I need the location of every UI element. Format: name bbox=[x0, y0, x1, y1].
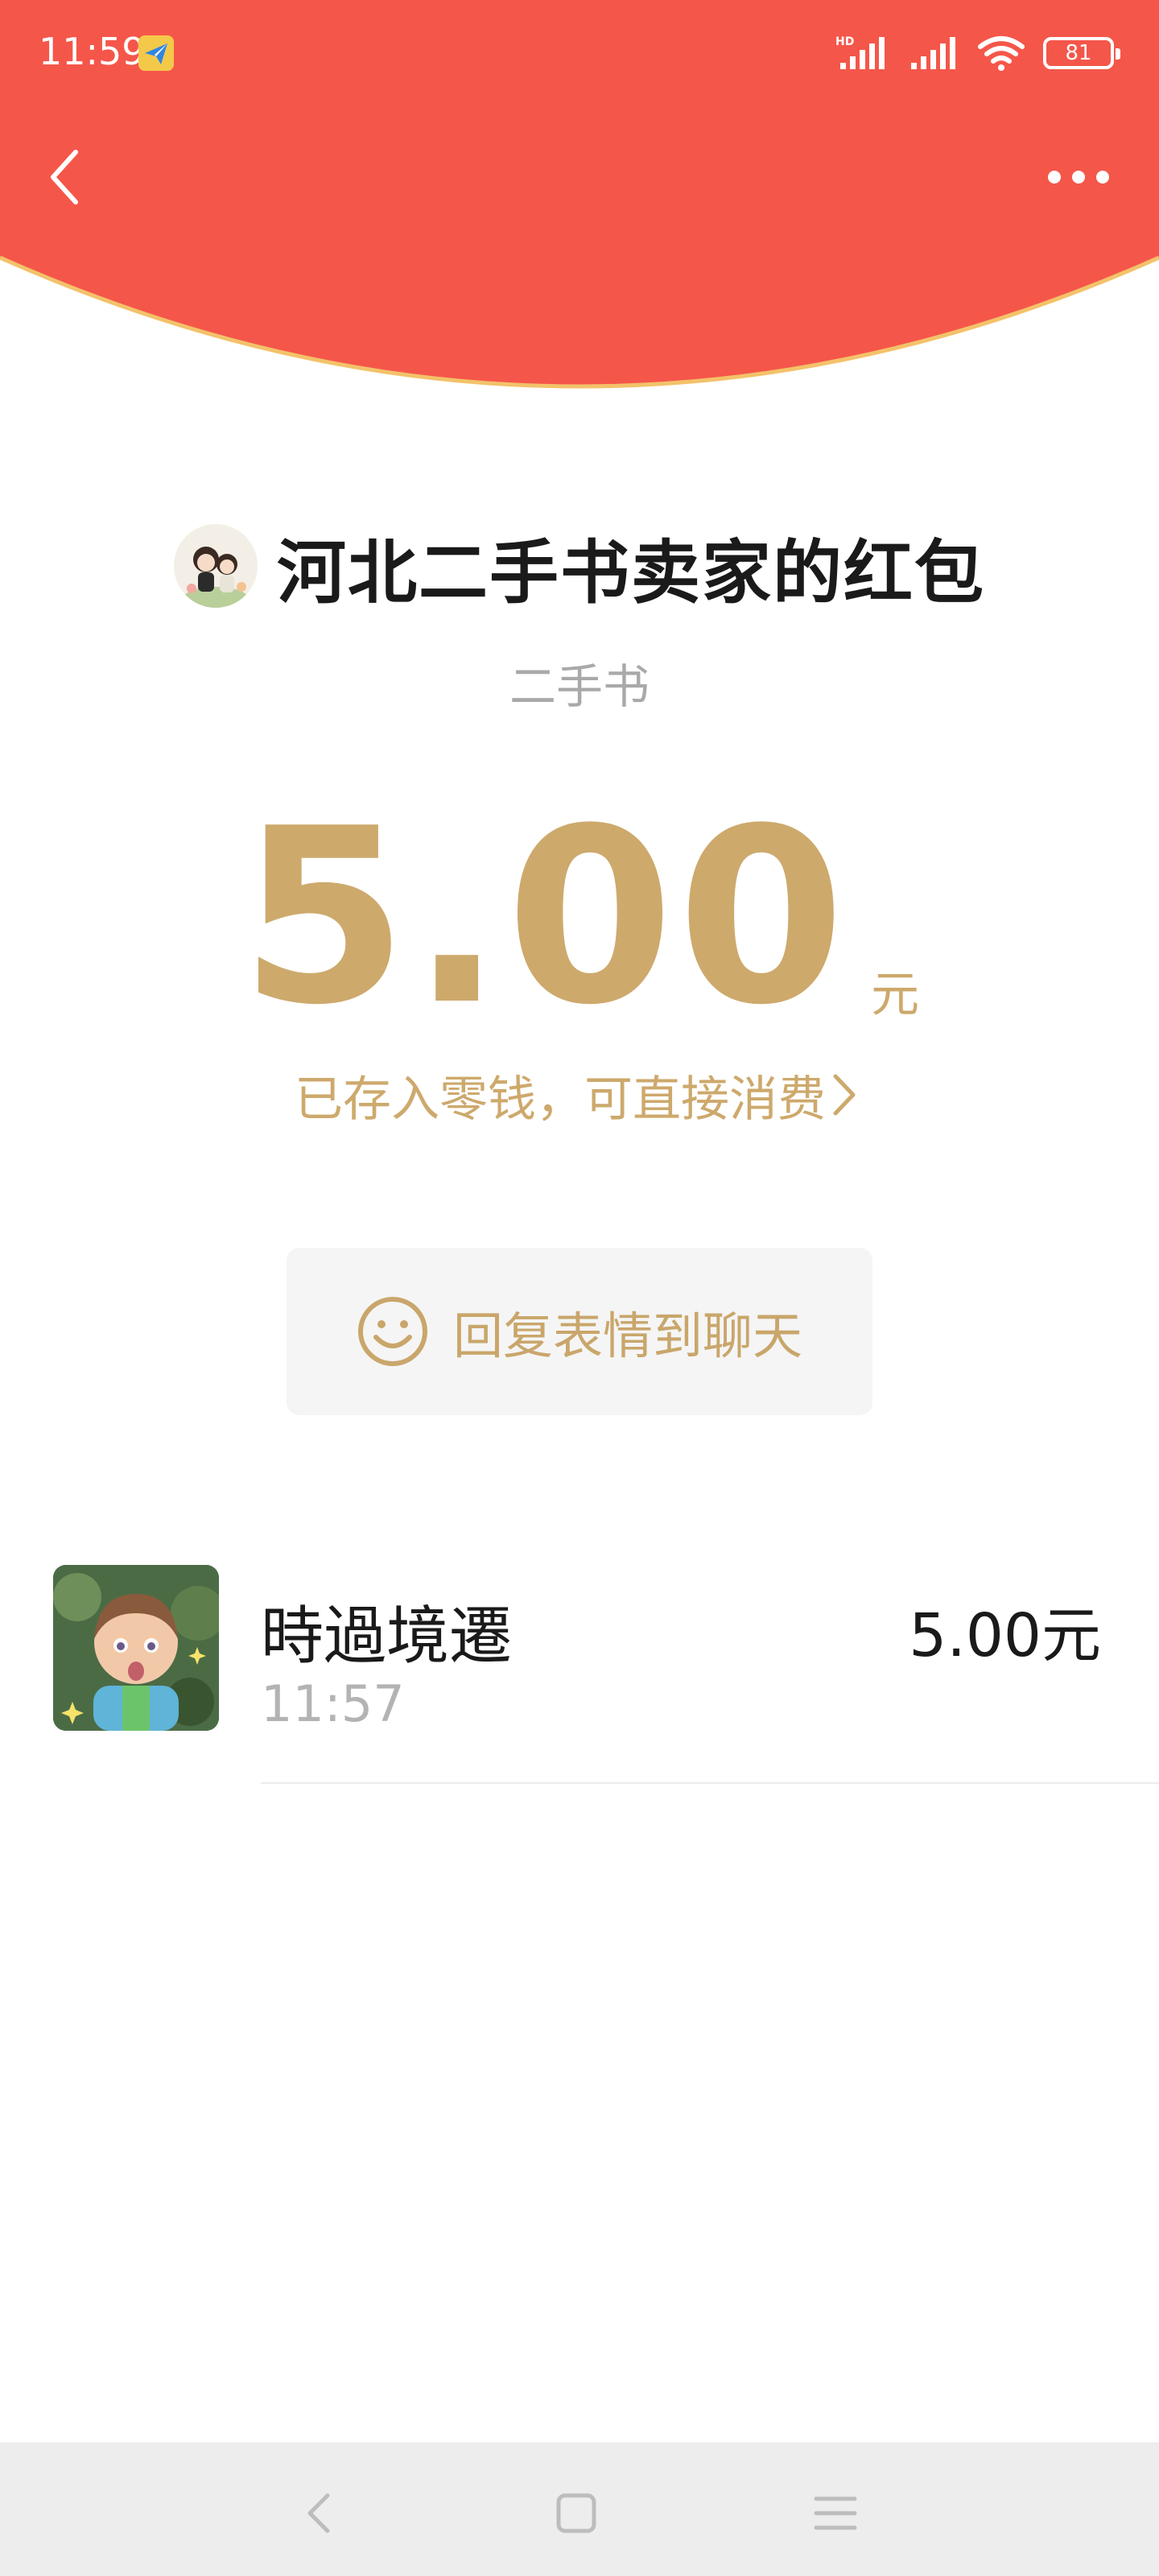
deposit-text: 已存入零钱，可直接消费 bbox=[295, 1071, 826, 1128]
battery-level: 81 bbox=[1065, 41, 1092, 65]
reply-button-label: 回复表情到聊天 bbox=[452, 1307, 802, 1365]
more-options-button[interactable] bbox=[1038, 145, 1119, 209]
smiley-icon bbox=[357, 1297, 427, 1366]
system-menu-icon bbox=[814, 2496, 857, 2530]
packet-note: 二手书 bbox=[509, 659, 650, 714]
network-label: HD bbox=[835, 35, 854, 48]
system-navigation-bar bbox=[0, 2442, 1159, 2576]
system-back-icon bbox=[307, 2493, 330, 2533]
receiver-list-item[interactable]: 時過境遷 11:57 5.00元 bbox=[0, 1554, 1159, 1782]
status-indicators: HD 81 bbox=[835, 32, 1120, 74]
sender-row: 河北二手书卖家的红包 bbox=[0, 522, 1159, 613]
red-packet-detail-page: 11:59 HD 81 河北二手书卖家的红包 二手书 5.00 元 已存入零钱，… bbox=[0, 0, 1159, 2576]
battery-icon: 81 bbox=[1043, 37, 1120, 69]
wifi-icon bbox=[978, 36, 1025, 71]
reply-sticker-button[interactable]: 回复表情到聊天 bbox=[287, 1248, 872, 1415]
system-home-icon bbox=[556, 2493, 596, 2533]
more-dots-icon bbox=[1096, 171, 1109, 184]
system-back-button[interactable] bbox=[278, 2473, 358, 2553]
notification-app-icon bbox=[138, 35, 174, 71]
chevron-right-icon bbox=[832, 1071, 864, 1119]
sender-avatar bbox=[174, 524, 258, 608]
system-home-button[interactable] bbox=[536, 2473, 617, 2553]
chevron-left-icon bbox=[51, 150, 78, 204]
receiver-avatar bbox=[53, 1565, 219, 1731]
amount-value: 5.00 bbox=[239, 777, 849, 1058]
row-divider bbox=[261, 1782, 1159, 1784]
status-time: 11:59 bbox=[39, 30, 146, 73]
system-menu-button[interactable] bbox=[795, 2473, 876, 2553]
sender-title: 河北二手书卖家的红包 bbox=[277, 532, 985, 613]
amount-unit: 元 bbox=[871, 967, 920, 1023]
receiver-amount: 5.00元 bbox=[909, 1601, 1101, 1670]
back-button[interactable] bbox=[32, 137, 97, 217]
amount-row: 5.00 元 bbox=[0, 797, 1159, 1038]
deposit-link[interactable]: 已存入零钱，可直接消费 bbox=[0, 1063, 1159, 1128]
more-dots-icon bbox=[1048, 171, 1061, 184]
more-dots-icon bbox=[1072, 171, 1085, 184]
cell-signal-icon bbox=[911, 37, 955, 69]
status-bar: 11:59 HD 81 bbox=[0, 0, 1159, 105]
hd-signal-icon: HD bbox=[835, 35, 885, 69]
receiver-name: 時過境遷 bbox=[261, 1600, 513, 1673]
receiver-time: 11:57 bbox=[261, 1674, 405, 1733]
